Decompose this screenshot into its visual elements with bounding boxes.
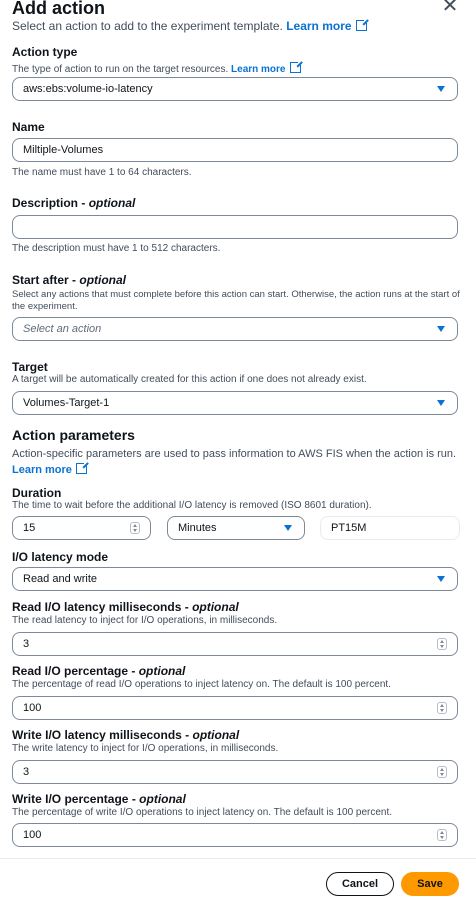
external-link-icon <box>289 60 303 73</box>
action-type-learn-more-link[interactable]: Learn more <box>231 60 303 75</box>
duration-help: The time to wait before the additional I… <box>12 500 372 511</box>
save-button[interactable]: Save <box>401 872 459 896</box>
caret-down-icon <box>437 86 445 92</box>
action-type-help: The type of action to run on the target … <box>12 60 460 76</box>
duration-value-input[interactable]: 15 <box>12 516 151 540</box>
write-percentage-value: 100 <box>23 829 42 841</box>
write-latency-value: 3 <box>23 766 30 778</box>
duration-iso-field: PT15M <box>320 516 460 540</box>
stepper-icon[interactable] <box>130 522 140 534</box>
action-type-select[interactable]: aws:ebs:volume-io-latency <box>12 77 458 101</box>
action-type-label: Action type <box>12 45 78 59</box>
io-latency-mode-select[interactable]: Read and write <box>12 567 458 591</box>
read-percentage-input[interactable]: 100 <box>12 696 458 720</box>
action-parameters-help: Action-specific parameters are used to p… <box>12 448 457 476</box>
external-link-icon <box>355 18 369 31</box>
modal-intro-text: Select an action to add to the experimen… <box>12 19 283 33</box>
stepper-icon[interactable] <box>437 702 447 714</box>
name-help: The name must have 1 to 64 characters. <box>12 167 192 178</box>
caret-down-icon <box>437 326 445 332</box>
caret-down-icon <box>437 400 445 406</box>
stepper-icon[interactable] <box>437 766 447 778</box>
write-percentage-label: Write I/O percentage - optional <box>12 792 186 806</box>
description-help: The description must have 1 to 512 chara… <box>12 243 221 254</box>
duration-label: Duration <box>12 486 62 500</box>
name-input[interactable]: Miltiple-Volumes <box>12 138 458 162</box>
target-value: Volumes-Target-1 <box>23 397 110 409</box>
description-label: Description - optional <box>12 196 136 210</box>
read-latency-input[interactable]: 3 <box>12 632 458 656</box>
duration-unit: Minutes <box>178 522 217 534</box>
name-label: Name <box>12 120 45 134</box>
write-latency-input[interactable]: 3 <box>12 760 458 784</box>
caret-down-icon <box>284 525 292 531</box>
stepper-icon[interactable] <box>437 638 447 650</box>
start-after-select[interactable]: Select an action <box>12 317 458 341</box>
duration-iso-value: PT15M <box>331 522 367 534</box>
write-latency-help: The write latency to inject for I/O oper… <box>12 743 279 754</box>
start-after-help: Select any actions that must complete be… <box>12 289 460 312</box>
read-percentage-help: The percentage of read I/O operations to… <box>12 679 391 690</box>
read-percentage-label: Read I/O percentage - optional <box>12 664 186 678</box>
modal-title: Add action <box>12 0 105 18</box>
close-icon[interactable]: ✕ <box>440 0 460 16</box>
caret-down-icon <box>437 576 445 582</box>
target-help: A target will be automatically created f… <box>12 374 367 385</box>
duration-value: 15 <box>23 522 36 534</box>
start-after-label: Start after - optional <box>12 273 127 287</box>
duration-unit-select[interactable]: Minutes <box>167 516 305 540</box>
write-latency-label: Write I/O latency milliseconds - optiona… <box>12 728 240 742</box>
footer-divider <box>0 858 476 859</box>
learn-more-link[interactable]: Learn more <box>286 18 369 33</box>
write-percentage-input[interactable]: 100 <box>12 823 458 847</box>
description-input[interactable] <box>12 215 458 239</box>
modal-intro: Select an action to add to the experimen… <box>12 18 369 34</box>
io-latency-mode-label: I/O latency mode <box>12 550 109 564</box>
io-latency-mode-value: Read and write <box>23 573 97 585</box>
read-percentage-value: 100 <box>23 702 42 714</box>
write-percentage-help: The percentage of write I/O operations t… <box>12 807 393 818</box>
target-label: Target <box>12 360 48 374</box>
read-latency-help: The read latency to inject for I/O opera… <box>12 615 278 626</box>
external-link-icon <box>75 461 89 474</box>
target-select[interactable]: Volumes-Target-1 <box>12 391 458 415</box>
action-type-value: aws:ebs:volume-io-latency <box>23 83 153 95</box>
start-after-placeholder: Select an action <box>23 323 102 335</box>
name-value: Miltiple-Volumes <box>23 144 104 156</box>
read-latency-label: Read I/O latency milliseconds - optional <box>12 600 239 614</box>
action-parameters-heading: Action parameters <box>12 427 135 443</box>
action-parameters-learn-more-link[interactable]: Learn more <box>12 461 89 476</box>
cancel-button[interactable]: Cancel <box>326 872 394 896</box>
read-latency-value: 3 <box>23 638 30 650</box>
stepper-icon[interactable] <box>437 829 447 841</box>
